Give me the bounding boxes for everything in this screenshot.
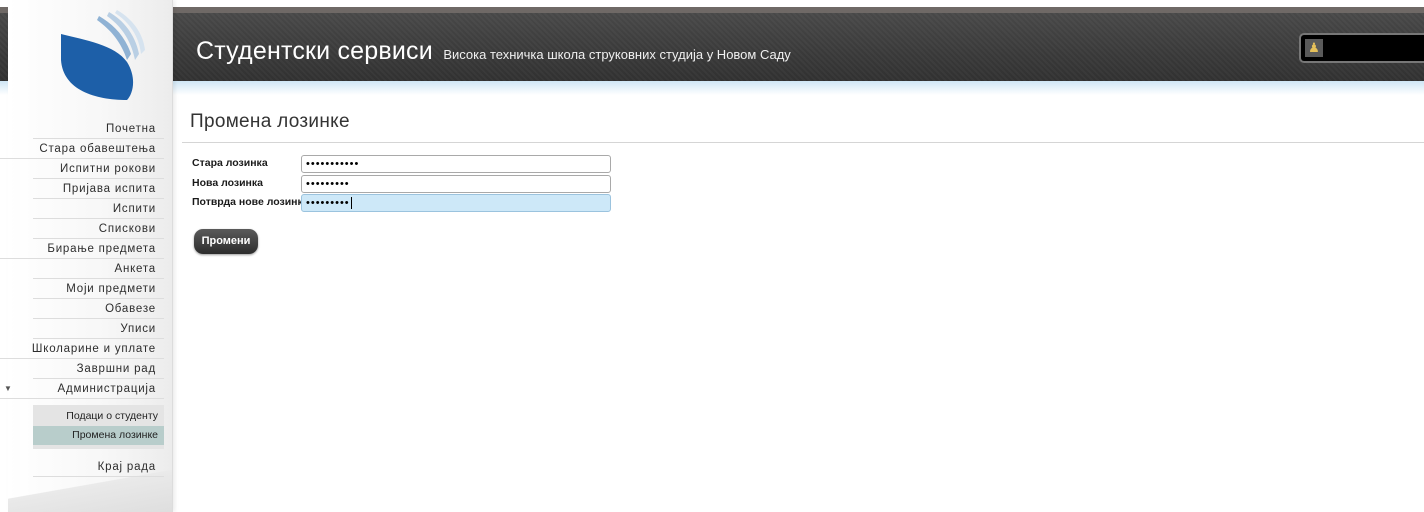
sidebar-item-tuition[interactable]: Школарине и уплате (0, 339, 164, 359)
header-glow (0, 81, 1424, 95)
new-password-field[interactable]: ••••••••• (301, 175, 611, 193)
confirm-password-value: ••••••••• (306, 197, 350, 209)
sidebar-item-administration[interactable]: ▼ Администрација (0, 379, 164, 399)
sidebar-item-my-courses[interactable]: Моји предмети (33, 279, 164, 299)
site-title-main: Студентски сервиси (196, 37, 433, 65)
sidebar-item-old-notices[interactable]: Стара обавештења (0, 139, 164, 159)
sidebar-item-logout[interactable]: Крај рада (33, 457, 164, 477)
sidebar-item-exam-periods[interactable]: Испитни рокови (33, 159, 164, 179)
sidebar-item-exam-registration[interactable]: Пријава испита (33, 179, 164, 199)
site-subtitle: Висока техничка школа струковних студија… (443, 47, 791, 62)
subnav-student-data[interactable]: Подаци о студенту (33, 407, 164, 426)
site-title: Студентски сервиси Висока техничка школа… (196, 37, 791, 66)
sidebar-item-label: Администрација (57, 383, 156, 395)
user-menu[interactable]: ♟ (1299, 33, 1424, 63)
sidebar-item-home[interactable]: Почетна (33, 119, 164, 139)
confirm-password-label: Потврда нове лозинке (192, 196, 309, 208)
subnav-change-password[interactable]: Промена лозинке (33, 426, 164, 445)
change-password-button[interactable]: Промени (194, 229, 258, 254)
new-password-label: Нова лозинка (192, 177, 263, 189)
sidebar-item-thesis[interactable]: Завршни рад (33, 359, 164, 379)
sidebar-item-survey[interactable]: Анкета (33, 259, 164, 279)
old-password-label: Стара лозинка (192, 157, 268, 169)
logo-icon[interactable] (55, 10, 145, 102)
sidebar-item-exams[interactable]: Испити (33, 199, 164, 219)
sidebar-item-enrollments[interactable]: Уписи (33, 319, 164, 339)
old-password-field[interactable]: ••••••••••• (301, 155, 611, 173)
sidebar-nav: Почетна Стара обавештења Испитни рокови … (0, 119, 164, 477)
admin-submenu: Подаци о студенту Промена лозинке (33, 405, 164, 449)
sidebar-item-course-selection[interactable]: Бирање предмета (0, 239, 164, 259)
chevron-down-icon: ▼ (4, 384, 12, 393)
title-divider (182, 142, 1424, 143)
confirm-password-field[interactable]: ••••••••• (301, 194, 611, 212)
page-title: Промена лозинке (190, 111, 350, 132)
sidebar-item-obligations[interactable]: Обавезе (33, 299, 164, 319)
top-strip (0, 0, 1424, 7)
text-caret (350, 197, 352, 210)
user-icon: ♟ (1305, 39, 1323, 57)
sidebar-item-lists[interactable]: Спискови (33, 219, 164, 239)
